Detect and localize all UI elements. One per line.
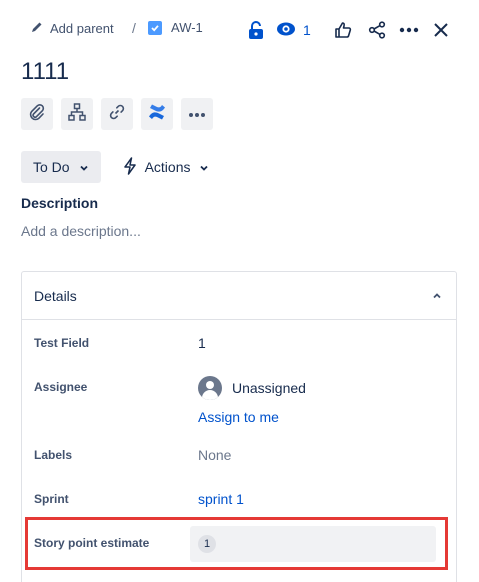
issue-header-bar: Add parent / AW-1 1 bbox=[0, 14, 479, 46]
watch-count: 1 bbox=[303, 22, 311, 38]
breadcrumb-separator: / bbox=[132, 20, 136, 36]
story-point-field[interactable]: 1 bbox=[190, 526, 436, 562]
paperclip-icon bbox=[28, 103, 46, 126]
share-icon[interactable] bbox=[367, 14, 387, 46]
link-icon bbox=[108, 103, 126, 126]
labels-value[interactable]: None bbox=[198, 447, 231, 463]
status-label: To Do bbox=[33, 159, 70, 175]
details-header[interactable]: Details bbox=[22, 272, 456, 320]
actions-label: Actions bbox=[144, 159, 191, 175]
issue-key: AW-1 bbox=[171, 20, 203, 35]
description-heading: Description bbox=[21, 195, 99, 211]
unlock-icon[interactable] bbox=[246, 14, 266, 46]
more-icon[interactable] bbox=[398, 14, 420, 46]
confluence-button[interactable] bbox=[141, 98, 173, 130]
eye-icon bbox=[276, 21, 296, 40]
story-point-label: Story point estimate bbox=[34, 536, 150, 550]
chevron-up-icon[interactable] bbox=[432, 287, 442, 305]
attach-button[interactable] bbox=[21, 98, 53, 130]
details-panel: Details Test Field 1 Assignee Unassigned… bbox=[21, 271, 457, 582]
assign-to-me-link[interactable]: Assign to me bbox=[198, 409, 279, 425]
chevron-down-icon bbox=[199, 159, 209, 175]
details-title: Details bbox=[34, 287, 77, 304]
thumbs-up-icon[interactable] bbox=[333, 14, 353, 46]
avatar bbox=[198, 376, 222, 400]
add-parent-button[interactable]: Add parent bbox=[30, 20, 114, 37]
more-actions-button[interactable] bbox=[181, 98, 213, 130]
assignee-field[interactable]: Unassigned bbox=[198, 376, 306, 400]
actions-dropdown[interactable]: Actions bbox=[117, 151, 215, 183]
quick-actions bbox=[21, 98, 213, 130]
issue-title[interactable]: 1111 bbox=[21, 58, 69, 86]
sprint-link[interactable]: sprint 1 bbox=[198, 491, 244, 507]
assignee-label: Assignee bbox=[34, 380, 88, 394]
checkbox-icon bbox=[148, 20, 162, 35]
assignee-value: Unassigned bbox=[232, 380, 306, 396]
close-icon[interactable] bbox=[431, 14, 451, 46]
description-input[interactable]: Add a description... bbox=[21, 223, 141, 239]
child-issues-icon bbox=[68, 102, 86, 126]
test-field-label: Test Field bbox=[34, 336, 90, 350]
status-dropdown[interactable]: To Do bbox=[21, 151, 101, 183]
chevron-down-icon bbox=[79, 159, 89, 175]
test-field-value[interactable]: 1 bbox=[198, 335, 206, 351]
issue-key-link[interactable]: AW-1 bbox=[148, 20, 203, 35]
status-row: To Do Actions bbox=[21, 151, 215, 183]
confluence-icon bbox=[147, 102, 167, 127]
child-issues-button[interactable] bbox=[61, 98, 93, 130]
sprint-label: Sprint bbox=[34, 492, 69, 506]
add-parent-label: Add parent bbox=[50, 21, 114, 36]
labels-label: Labels bbox=[34, 448, 73, 462]
story-point-badge: 1 bbox=[198, 535, 216, 553]
more-icon bbox=[188, 105, 206, 123]
watch-button[interactable]: 1 bbox=[276, 14, 311, 46]
link-issue-button[interactable] bbox=[101, 98, 133, 130]
lightning-icon bbox=[123, 156, 137, 178]
pencil-icon bbox=[30, 20, 44, 37]
